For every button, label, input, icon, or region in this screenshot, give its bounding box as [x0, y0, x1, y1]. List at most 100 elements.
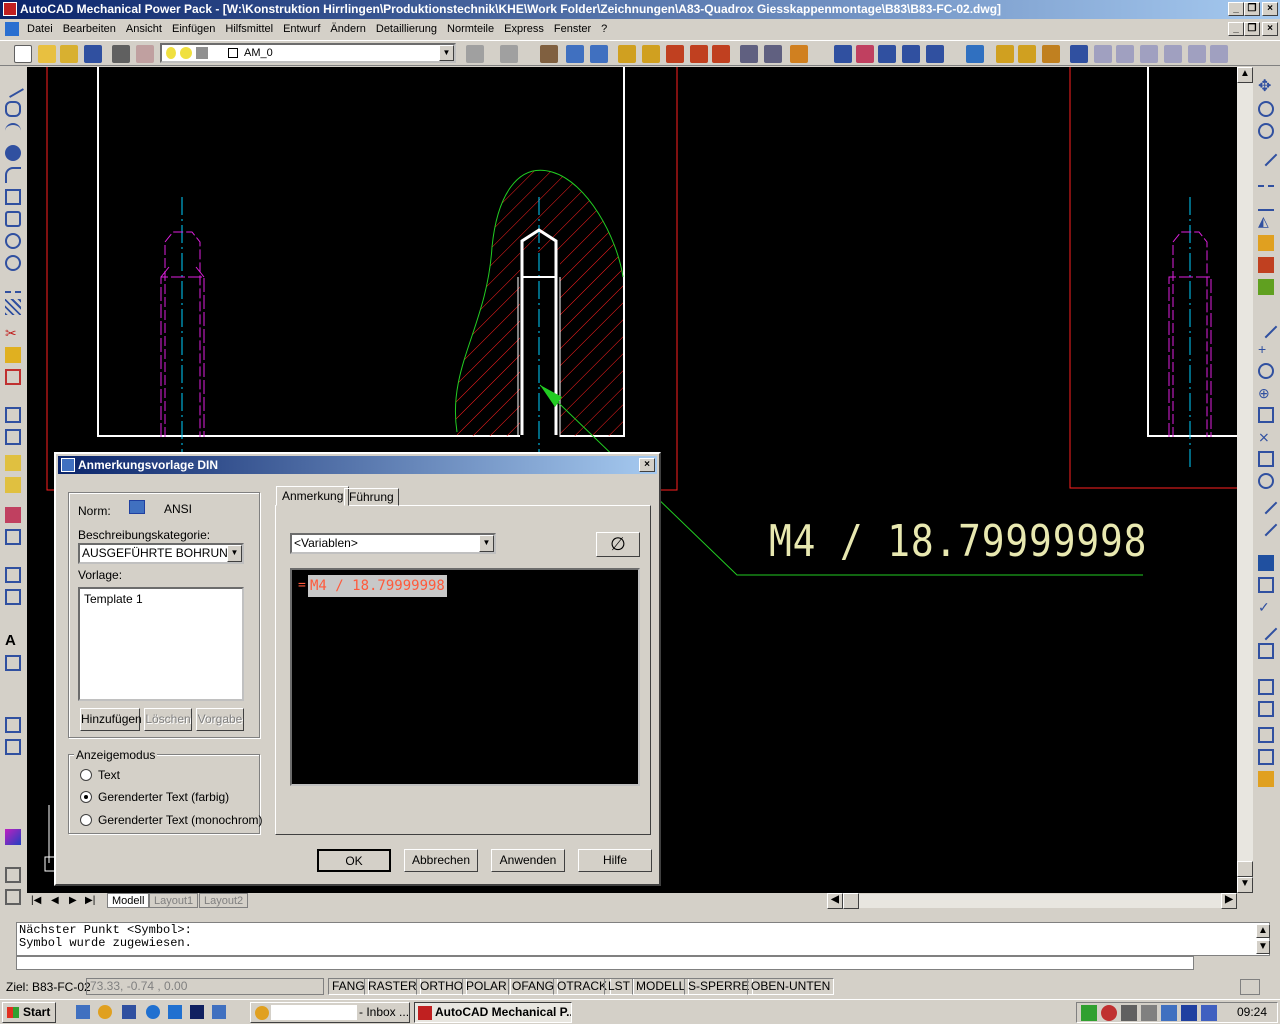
ok-button[interactable]: OK — [317, 849, 391, 872]
region-icon[interactable] — [1258, 643, 1274, 659]
radio-rendered-color[interactable] — [80, 791, 92, 803]
variables-dropdown[interactable]: <Variablen> ▼ — [290, 533, 496, 554]
line-icon[interactable] — [2, 76, 24, 98]
break-icon[interactable] — [1258, 171, 1274, 187]
copy-icon[interactable] — [5, 369, 21, 385]
menu-entwurf[interactable]: Entwurf — [278, 19, 325, 39]
tab-anmerkung[interactable]: Anmerkung — [276, 486, 350, 506]
annotation-text[interactable]: M4 / 18.79999998 — [769, 512, 1147, 572]
annotation-editor[interactable]: = M4 / 18.79999998 — [290, 568, 640, 786]
tray-av-icon[interactable] — [1081, 1005, 1097, 1021]
save-icon[interactable] — [84, 45, 102, 63]
chevron-down-icon[interactable]: ▼ — [479, 535, 494, 552]
minimize-button[interactable]: _ — [1228, 2, 1244, 16]
copy-circles-icon[interactable] — [1258, 123, 1274, 139]
menu-einfuegen[interactable]: Einfügen — [167, 19, 220, 39]
layer-properties-icon[interactable] — [136, 45, 154, 63]
design-center-icon[interactable] — [996, 45, 1014, 63]
toggle-lst[interactable]: LST — [604, 978, 635, 995]
menu-normteile[interactable]: Normteile — [442, 19, 499, 39]
app-icon[interactable] — [3, 2, 17, 16]
detail-view-icon[interactable] — [1258, 701, 1274, 717]
toggle-raster[interactable]: RASTER — [364, 978, 421, 995]
quicklaunch-explorer-icon[interactable] — [122, 1005, 136, 1019]
list-item[interactable]: Template 1 — [84, 592, 238, 606]
delete-button[interactable]: Löschen — [144, 708, 192, 731]
template-list[interactable]: Template 1 — [78, 587, 244, 701]
snap-nearest-icon[interactable] — [1254, 491, 1278, 515]
layer-dropdown[interactable]: AM_0 ▼ — [160, 43, 456, 63]
feature-control-icon[interactable] — [712, 45, 730, 63]
hscroll-left-button[interactable]: ◀ — [827, 893, 843, 909]
properties-icon[interactable] — [966, 45, 984, 63]
scroll-down-button[interactable]: ▼ — [1237, 877, 1253, 893]
edit-pencil-icon[interactable] — [1258, 235, 1274, 251]
arc-icon[interactable] — [5, 167, 21, 183]
ortho-dimension-icon[interactable] — [740, 45, 758, 63]
layer-icon[interactable] — [5, 739, 21, 755]
tab-nav-first[interactable]: |◀ — [31, 895, 41, 906]
update-icon[interactable] — [1258, 555, 1274, 571]
open-file-icon[interactable] — [38, 45, 56, 63]
editor-text[interactable]: M4 / 18.79999998 — [308, 575, 447, 597]
check-icon[interactable]: ✓ — [1258, 599, 1274, 615]
chevron-down-icon[interactable]: ▼ — [439, 45, 454, 61]
cancel-button[interactable]: Abbrechen — [404, 849, 478, 872]
tray-display-icon[interactable] — [1161, 1005, 1177, 1021]
menu-bearbeiten[interactable]: Bearbeiten — [58, 19, 121, 39]
menu-help[interactable]: ? — [596, 19, 612, 39]
tab-fuehrung[interactable]: Führung — [344, 488, 399, 506]
zoom-window-icon[interactable] — [878, 45, 896, 63]
hatch-icon[interactable] — [5, 299, 21, 315]
polygon-icon[interactable] — [5, 211, 21, 227]
tab-modell[interactable]: Modell — [107, 893, 150, 908]
category-dropdown[interactable]: AUSGEFÜHRTE BOHRUNG ▼ — [78, 543, 244, 564]
move-arrows-icon[interactable]: ✥ — [1258, 79, 1274, 95]
move-icon[interactable] — [5, 407, 21, 423]
tray-shield-icon[interactable] — [1201, 1005, 1217, 1021]
menu-hilfsmittel[interactable]: Hilfsmittel — [220, 19, 278, 39]
menu-fenster[interactable]: Fenster — [549, 19, 596, 39]
scale-icon[interactable] — [5, 455, 21, 471]
snap-center-icon[interactable] — [1258, 363, 1274, 379]
nut-icon[interactable] — [1140, 45, 1158, 63]
dimension-icon[interactable] — [540, 45, 558, 63]
hscroll-track[interactable] — [859, 894, 1221, 908]
hole-icon[interactable] — [1164, 45, 1182, 63]
toggle-oben-unten[interactable]: OBEN-UNTEN — [747, 978, 835, 995]
zoom-previous-icon[interactable] — [926, 45, 944, 63]
toggle-modell[interactable]: MODELL — [632, 978, 690, 995]
apply-button[interactable]: Anwenden — [491, 849, 565, 872]
tab-layout2[interactable]: Layout2 — [199, 893, 249, 908]
match-properties-icon[interactable] — [1042, 45, 1060, 63]
circle-icon[interactable] — [5, 255, 21, 271]
pan-icon[interactable] — [856, 45, 874, 63]
task-autocad[interactable]: AutoCAD Mechanical P... — [414, 1002, 572, 1023]
parts-list-icon[interactable] — [590, 45, 608, 63]
erase-icon[interactable] — [5, 347, 21, 363]
tray-language-icon[interactable] — [1181, 1005, 1197, 1021]
snap-grid-icon[interactable] — [1258, 407, 1274, 423]
screw-icon[interactable] — [1094, 45, 1112, 63]
washer-icon[interactable] — [1116, 45, 1134, 63]
doc-close-button[interactable]: × — [1262, 22, 1278, 36]
toggle-otrack[interactable]: OTRACK — [553, 978, 612, 995]
new-file-icon[interactable] — [14, 45, 32, 63]
rotate-arrow-icon[interactable] — [1258, 101, 1274, 117]
snap-intersection-icon[interactable]: ⨯ — [1258, 429, 1274, 445]
plot-icon[interactable] — [112, 45, 130, 63]
rotate-icon[interactable] — [5, 429, 21, 445]
menu-express[interactable]: Express — [499, 19, 549, 39]
radio-rendered-mono[interactable] — [80, 814, 92, 826]
pen-icon[interactable] — [790, 45, 808, 63]
trim-icon[interactable]: ✂ — [5, 325, 21, 341]
toggle-polar[interactable]: POLAR — [462, 978, 511, 995]
menu-datei[interactable]: Datei — [22, 19, 58, 39]
toggle-fang[interactable]: FANG — [328, 978, 369, 995]
print-preview-icon[interactable] — [5, 889, 21, 905]
start-button[interactable]: Start — [2, 1002, 56, 1023]
tab-nav-next[interactable]: ▶ — [69, 895, 77, 906]
help-button[interactable]: Hilfe — [578, 849, 652, 872]
snap-parallel-icon[interactable] — [1254, 513, 1278, 537]
cmd-scroll-down[interactable]: ▼ — [1256, 940, 1270, 954]
